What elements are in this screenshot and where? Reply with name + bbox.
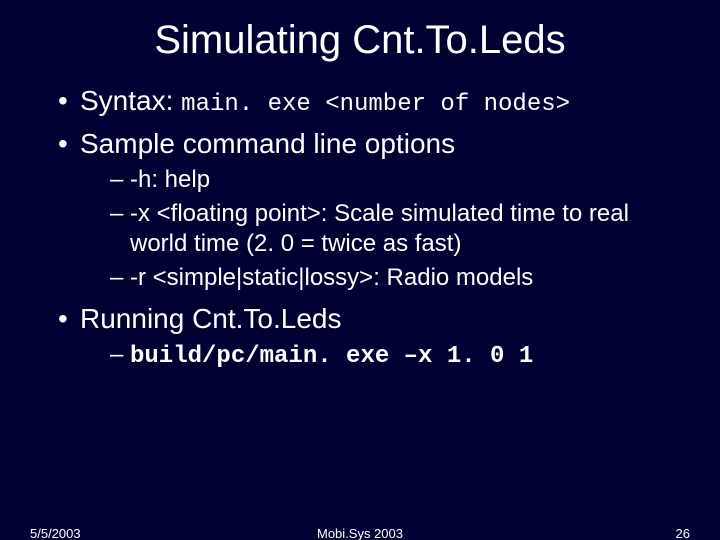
slide-title: Simulating Cnt.To.Leds [0,0,720,73]
footer-page-number: 26 [676,526,690,540]
sub-bullet-radio: -r <simple|static|lossy>: Radio models [110,263,690,293]
sample-options-label: Sample command line options [80,128,455,159]
sub-bullet-list-options: -h: help -x <floating point>: Scale simu… [80,165,690,293]
sub-bullet-running-cmd: build/pc/main. exe –x 1. 0 1 [110,340,690,372]
sub-bullet-list-running: build/pc/main. exe –x 1. 0 1 [80,340,690,372]
syntax-label: Syntax: [80,85,173,116]
sub-bullet-help: -h: help [110,165,690,195]
bullet-list: Syntax: main. exe <number of nodes> Samp… [30,83,690,372]
bullet-syntax: Syntax: main. exe <number of nodes> [58,83,690,120]
footer-venue: Mobi.Sys 2003 [0,526,720,540]
sub-bullet-scale: -x <floating point>: Scale simulated tim… [110,199,690,259]
running-label: Running Cnt.To.Leds [80,303,342,334]
syntax-command: main. exe <number of nodes> [181,91,570,118]
slide: Simulating Cnt.To.Leds Syntax: main. exe… [0,0,720,540]
bullet-running: Running Cnt.To.Leds build/pc/main. exe –… [58,301,690,372]
slide-body: Syntax: main. exe <number of nodes> Samp… [0,83,720,372]
bullet-sample-options: Sample command line options -h: help -x … [58,126,690,293]
running-command: build/pc/main. exe –x 1. 0 1 [130,343,533,370]
